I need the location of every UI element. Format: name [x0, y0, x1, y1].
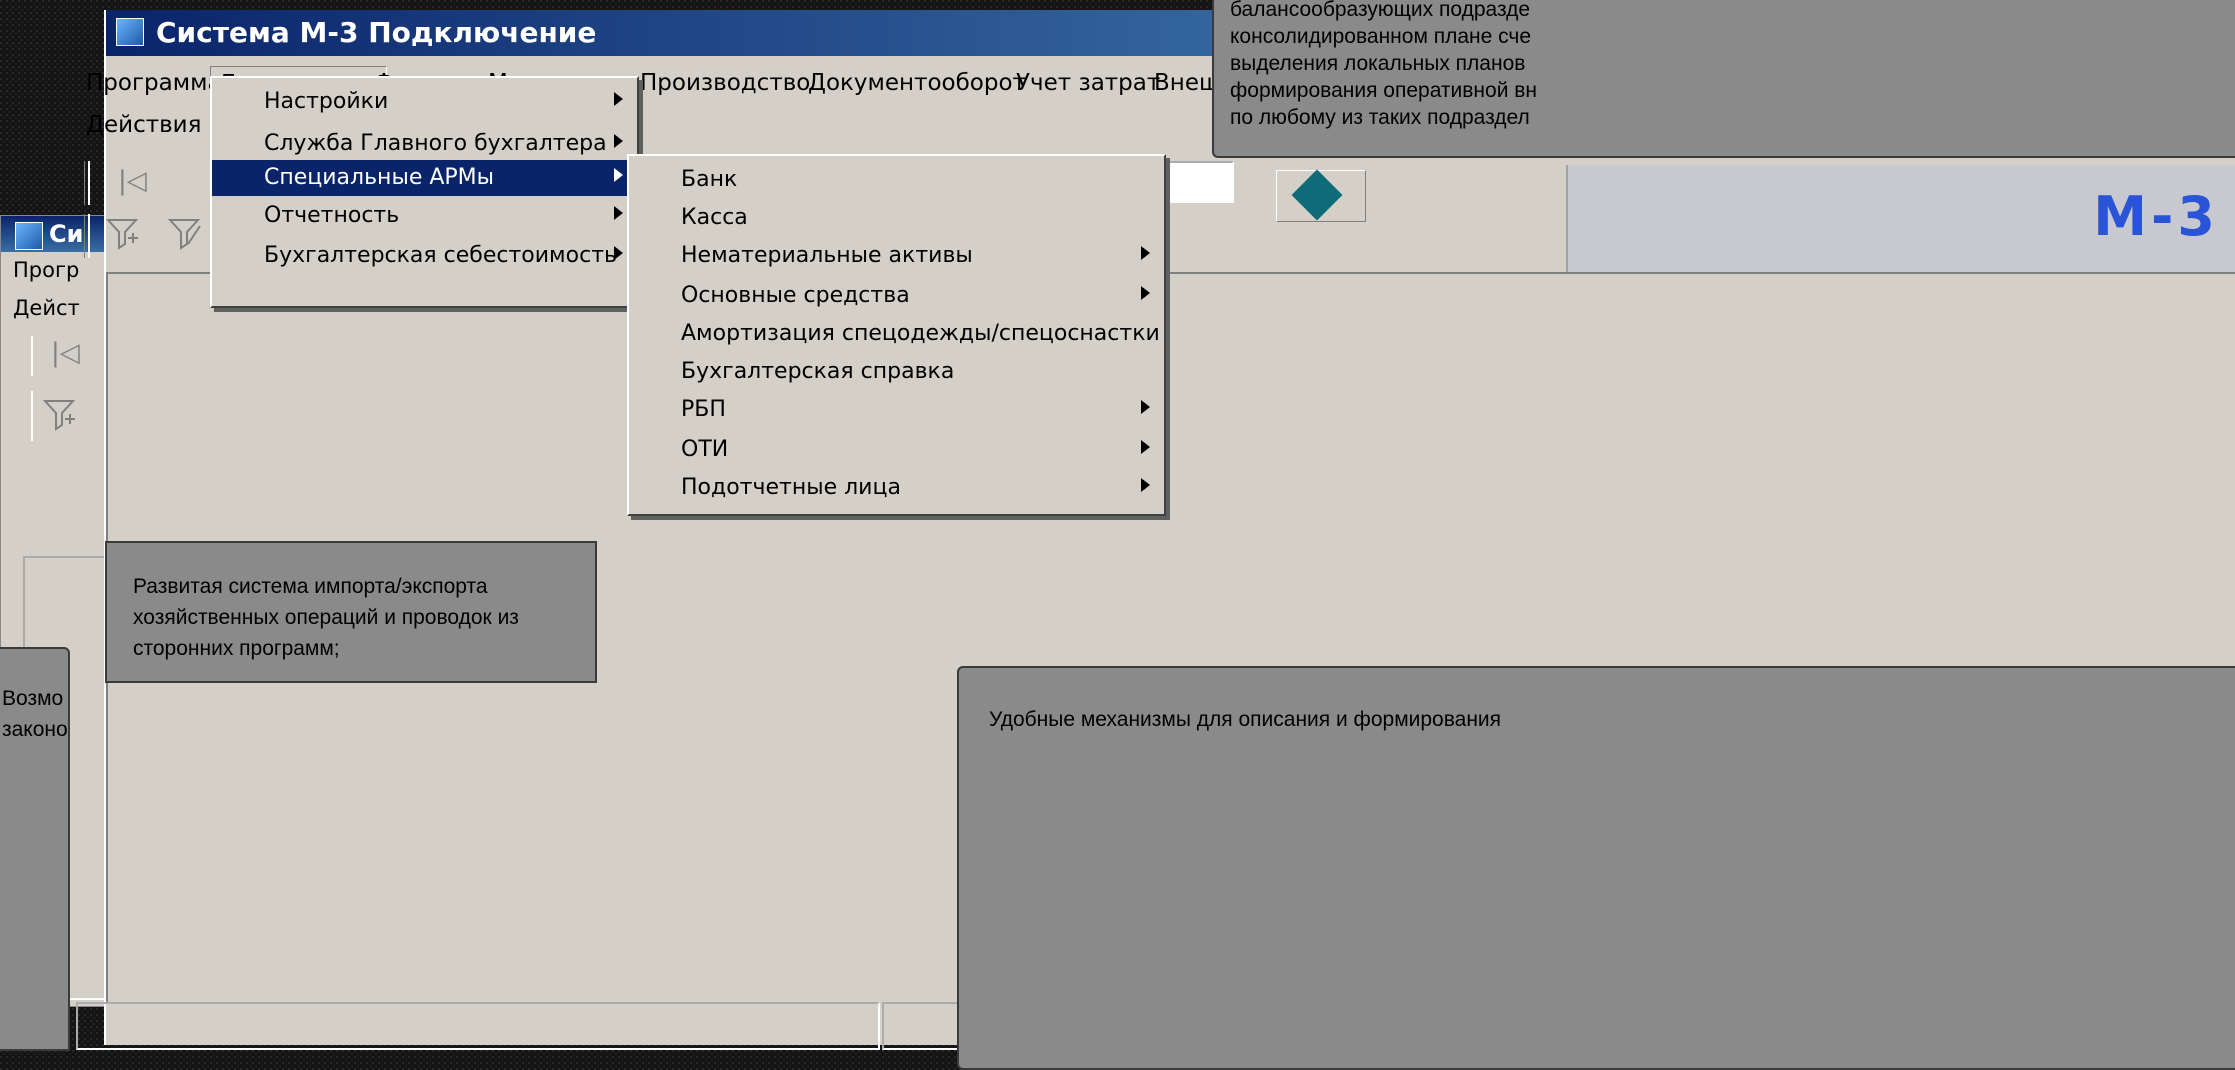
submenu-item-bank[interactable]: Банк	[629, 162, 1164, 198]
submenu-arrow-icon	[614, 246, 623, 260]
submenu-arrow-icon	[1141, 246, 1150, 260]
callout-line: законо	[2, 718, 68, 741]
menu-item-label: Специальные АРМы	[264, 165, 495, 190]
callout-line: по любому из таких подраздел	[1230, 106, 1530, 129]
callout-line: балансообразующих подразде	[1230, 0, 1531, 21]
background-menu-actions[interactable]: Дейст	[13, 296, 80, 320]
special-arms-submenu: Банк Касса Нематериальные активы Основны…	[627, 154, 1166, 516]
menu-item-label: Амортизация спецодежды/спецоснастки	[681, 321, 1160, 346]
runner-icon	[1291, 169, 1343, 221]
submenu-item-oti[interactable]: ОТИ	[629, 432, 1164, 468]
menu-item-label: Подотчетные лица	[681, 475, 901, 500]
submenu-arrow-icon	[614, 206, 623, 220]
submenu-item-cash[interactable]: Касса	[629, 200, 1164, 236]
app-icon	[116, 18, 144, 46]
callout-text: Возмо законо	[2, 683, 68, 745]
menu-item-label: Основные средства	[681, 283, 910, 308]
submenu-item-accountable-persons[interactable]: Подотчетные лица	[629, 470, 1164, 506]
callout-text: Развитая система импорта/экспорта хозяйс…	[133, 575, 519, 660]
menu-item-label: Банк	[681, 167, 738, 192]
background-toolbar-filters	[31, 391, 93, 441]
callout-line: выделения локальных планов	[1230, 52, 1526, 75]
logo: М-3	[2093, 185, 2219, 248]
menu-item-label: Настройки	[264, 89, 389, 114]
accounting-menu: Настройки Служба Главного бухгалтера Спе…	[210, 76, 639, 308]
first-record-icon[interactable]: |◁	[118, 159, 147, 203]
menu-item-special-arms[interactable]: Специальные АРМы	[212, 160, 637, 196]
menu-item-label: РБП	[681, 397, 726, 422]
submenu-arrow-icon	[614, 92, 623, 106]
window-title: Система М-3 Подключение	[156, 16, 597, 49]
menu-item-accounting-cost[interactable]: Бухгалтерская себестоимость	[212, 238, 637, 274]
callout-top-right: балансообразующих подразде консолидирова…	[1212, 0, 2235, 158]
first-record-icon[interactable]: |◁	[51, 338, 80, 368]
menu-item-chief-accountant[interactable]: Служба Главного бухгалтера	[212, 126, 637, 162]
submenu-arrow-icon	[1141, 440, 1150, 454]
callout-line: Возмо	[2, 687, 64, 710]
submenu-item-amortization[interactable]: Амортизация спецодежды/спецоснастки	[629, 316, 1164, 352]
menu-item-label: Отчетность	[264, 203, 400, 228]
filter-remove-icon[interactable]	[168, 216, 202, 250]
callout-line: консолидированном плане сче	[1230, 25, 1532, 48]
menu-cost-accounting[interactable]: Учет затрат	[1016, 70, 1160, 96]
submenu-item-fixed-assets[interactable]: Основные средства	[629, 278, 1164, 314]
submenu-arrow-icon	[1141, 286, 1150, 300]
toolbar-separator	[84, 161, 90, 205]
menu-production[interactable]: Производство	[640, 70, 810, 96]
background-toolbar: |◁	[31, 336, 93, 376]
callout-bottom-left: Возмо законо	[0, 647, 70, 1051]
callout-import-export: Развитая система импорта/экспорта хозяйс…	[105, 541, 597, 683]
menu-program[interactable]: Программа	[86, 70, 222, 96]
menu-item-reporting[interactable]: Отчетность	[212, 198, 637, 234]
menu-item-label: Касса	[681, 205, 748, 230]
app-icon	[15, 222, 43, 250]
menu-actions[interactable]: Действия	[86, 112, 201, 138]
callout-text: балансообразующих подразде консолидирова…	[1230, 0, 1537, 131]
submenu-item-rbp[interactable]: РБП	[629, 392, 1164, 428]
menu-item-label: Бухгалтерская справка	[681, 359, 955, 384]
submenu-item-intangible-assets[interactable]: Нематериальные активы	[629, 238, 1164, 274]
menu-item-label: Нематериальные активы	[681, 243, 973, 268]
callout-line: формирования оперативной вн	[1230, 79, 1538, 102]
menu-item-label: Служба Главного бухгалтера	[264, 131, 607, 156]
submenu-arrow-icon	[614, 168, 623, 182]
submenu-arrow-icon	[614, 134, 623, 148]
background-window-title: Си	[49, 220, 84, 248]
callout-text: Удобные механизмы для описания и формиро…	[989, 708, 1502, 731]
menu-document-flow[interactable]: Документооборот	[808, 70, 1026, 96]
submenu-arrow-icon	[1141, 478, 1150, 492]
callout-bottom-right: Удобные механизмы для описания и формиро…	[957, 666, 2235, 1070]
submenu-item-accounting-certificate[interactable]: Бухгалтерская справка	[629, 354, 1164, 390]
filter-add-icon[interactable]	[106, 216, 140, 250]
menu-item-label: ОТИ	[681, 437, 729, 462]
logo-panel: М-3	[1566, 165, 2235, 273]
run-button[interactable]	[1276, 169, 1366, 222]
toolbar-separator	[84, 214, 90, 258]
menu-item-label: Бухгалтерская себестоимость	[264, 243, 617, 268]
menu-item-settings[interactable]: Настройки	[212, 84, 637, 120]
background-menu-program[interactable]: Прогр	[13, 258, 79, 282]
status-cell	[76, 1002, 880, 1050]
submenu-arrow-icon	[1141, 400, 1150, 414]
filter-add-icon[interactable]	[43, 397, 77, 431]
